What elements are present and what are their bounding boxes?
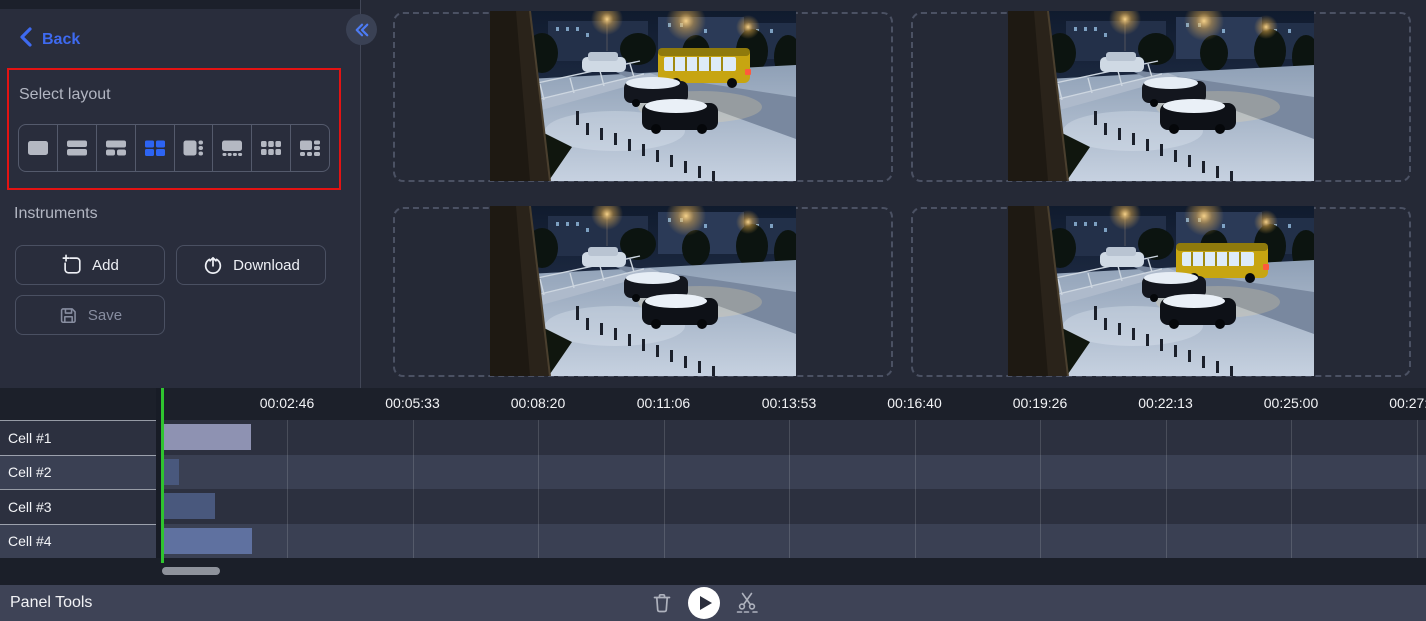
play-icon [700,596,712,610]
gridline [1166,420,1167,558]
video-frame [490,11,796,181]
video-preview-3 [490,206,796,376]
play-button[interactable] [688,587,720,619]
video-preview-4 [1008,206,1314,376]
time-label: 00:27:46 [1389,395,1426,411]
layout-option-1-screen[interactable] [19,125,58,171]
time-label: 00:11:06 [637,395,690,411]
panel-tools-title: Panel Tools [10,594,92,612]
add-icon [61,254,83,276]
video-cell-3[interactable] [393,207,893,377]
timeline-track[interactable] [0,455,1426,490]
row-label: Cell #2 [0,455,156,490]
delete-button[interactable] [650,591,674,615]
video-layout-editor: Back Select layout [0,0,1426,621]
sidebar: Back Select layout [0,9,361,388]
timeline-row: Cell #3 [0,489,1426,524]
layout-3x2-grid-icon [258,137,284,159]
row-label: Cell #4 [0,524,156,559]
save-icon [58,305,79,326]
panel-tools-bar: Panel Tools [0,585,1426,621]
row-label: Cell #1 [0,420,156,455]
gridline [1291,420,1292,558]
timeline-row: Cell #1 [0,420,1426,455]
download-button[interactable]: Download [176,245,326,285]
scissors-icon [734,591,760,615]
layout-option-2x2-grid[interactable] [136,125,175,171]
video-frame [1008,206,1314,376]
layout-option-1-plus-2[interactable] [97,125,136,171]
video-cell-2[interactable] [911,12,1411,182]
time-label: 00:22:13 [1138,395,1193,411]
layout-option-3x2-grid[interactable] [252,125,291,171]
save-label: Save [88,307,122,324]
video-frame [1008,11,1314,181]
select-layout-section: Select layout [7,68,341,190]
back-chevron-icon [18,27,34,52]
cut-button[interactable] [734,591,760,615]
layout-option-2-rows[interactable] [58,125,97,171]
timeline-clip[interactable] [163,424,251,450]
video-cell-4[interactable] [911,207,1411,377]
layout-1-plus-5-icon [297,137,323,159]
layout-2x2-grid-icon [142,137,168,159]
gridline [413,420,414,558]
time-label: 00:02:46 [260,395,315,411]
timeline-ruler: 00:02:46 00:05:33 00:08:20 00:11:06 00:13:53… [0,388,1426,420]
preview-grid [361,0,1426,388]
gridline [1040,420,1041,558]
layout-1-plus-4-bottom-icon [219,137,245,159]
gridline [538,420,539,558]
double-chevron-left-icon [353,21,371,39]
add-label: Add [92,257,119,274]
select-layout-title: Select layout [19,86,111,104]
download-icon [202,254,224,276]
video-cell-1[interactable] [393,12,893,182]
trash-icon [650,591,674,615]
time-label: 00:19:26 [1013,395,1068,411]
instruments-title: Instruments [14,205,98,223]
panel-tools-buttons [650,587,760,619]
save-button[interactable]: Save [15,295,165,335]
timeline-row: Cell #2 [0,455,1426,490]
video-preview-1 [490,11,796,181]
video-frame [490,206,796,376]
timeline-clip[interactable] [163,528,252,554]
timeline: 00:02:46 00:05:33 00:08:20 00:11:06 00:13:53… [0,388,1426,585]
video-preview-2 [1008,11,1314,181]
gridline [789,420,790,558]
timeline-row: Cell #4 [0,524,1426,559]
gridline [915,420,916,558]
collapse-sidebar-button[interactable] [346,14,377,45]
timeline-scrollbar [0,558,1426,585]
add-button[interactable]: Add [15,245,165,285]
gridline [287,420,288,558]
timeline-rows: Cell #1Cell #2Cell #3Cell #4 [0,420,1426,558]
time-label: 00:13:53 [762,395,817,411]
time-label: 00:05:33 [385,395,440,411]
back-button[interactable]: Back [18,27,80,52]
timeline-scrollbar-thumb[interactable] [162,567,220,575]
layout-option-1-plus-3-side[interactable] [175,125,214,171]
layout-1-plus-3-side-icon [180,137,206,159]
layout-1-screen-icon [25,137,51,159]
layout-option-1-plus-5[interactable] [291,125,329,171]
layout-2-rows-icon [64,137,90,159]
layout-1-plus-2-icon [103,137,129,159]
time-label: 00:25:00 [1264,395,1319,411]
back-label: Back [42,31,80,49]
download-label: Download [233,257,300,274]
gridline [664,420,665,558]
time-label: 00:16:40 [887,395,942,411]
layout-option-1-plus-4-bottom[interactable] [213,125,252,171]
row-label: Cell #3 [0,489,156,524]
time-label: 00:08:20 [511,395,566,411]
gridline [1417,420,1418,558]
layout-options-group [18,124,330,172]
timeline-clip[interactable] [163,493,215,519]
timeline-clip[interactable] [163,459,179,485]
playhead[interactable] [161,388,164,563]
